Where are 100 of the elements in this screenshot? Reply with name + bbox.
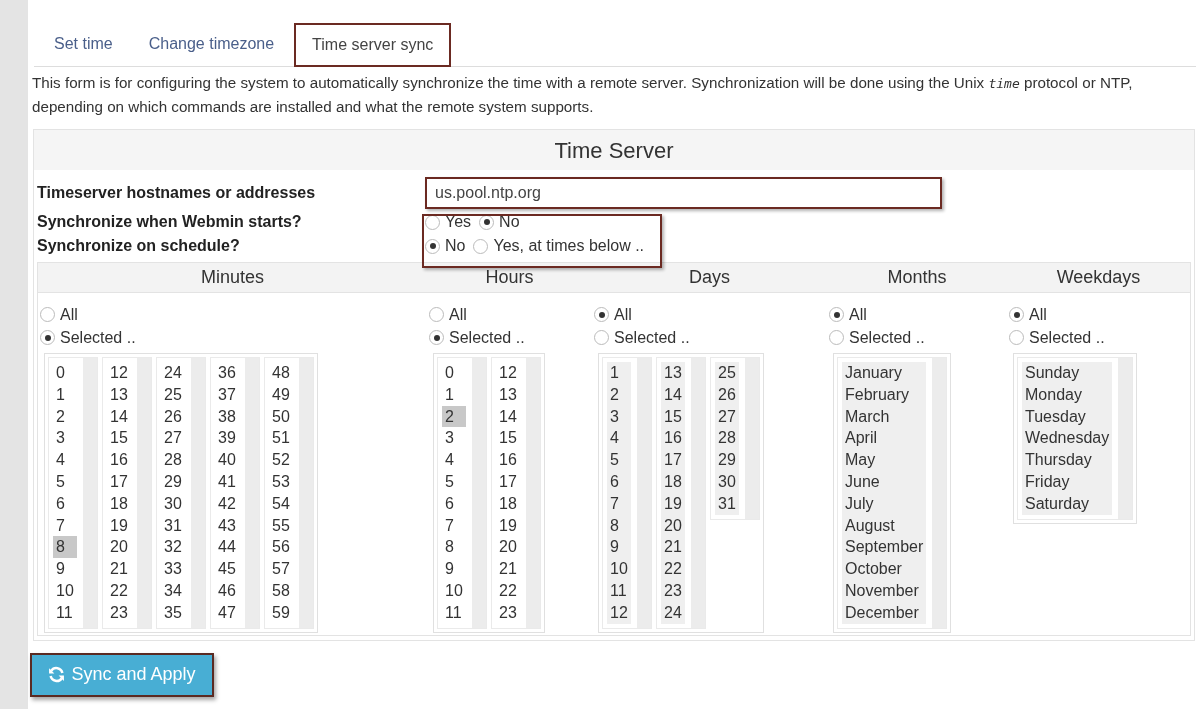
list-option[interactable]: 51 xyxy=(269,427,293,450)
list-option[interactable]: 16 xyxy=(496,449,520,471)
list-option[interactable]: 45 xyxy=(215,558,239,580)
list-option[interactable]: 39 xyxy=(215,427,239,450)
list-option[interactable]: Friday xyxy=(1022,471,1113,493)
list-option[interactable]: 7 xyxy=(607,492,631,515)
radio-button[interactable] xyxy=(594,330,609,345)
list-option[interactable]: April xyxy=(842,427,927,450)
list-option[interactable]: 49 xyxy=(269,383,293,406)
list-box[interactable]: 24 25 26 27 28 29 30 31 32 33 34 35 xyxy=(156,357,206,629)
list-option[interactable]: 13 xyxy=(496,383,520,406)
list-option[interactable]: 47 xyxy=(215,601,239,624)
list-option[interactable]: 6 xyxy=(607,471,631,493)
radio-button[interactable] xyxy=(829,330,844,345)
list-option[interactable]: 14 xyxy=(107,405,131,428)
list-option[interactable]: 38 xyxy=(215,405,239,428)
radio-button[interactable] xyxy=(429,307,444,322)
list-option[interactable]: 1 xyxy=(442,383,466,406)
list-option[interactable]: 30 xyxy=(161,492,185,515)
list-option[interactable]: Monday xyxy=(1022,383,1113,406)
list-option[interactable]: 8 xyxy=(442,536,466,559)
list-option[interactable]: 3 xyxy=(607,405,631,428)
list-option[interactable]: 0 xyxy=(442,362,466,384)
list-option[interactable]: 26 xyxy=(161,405,185,428)
list-box[interactable]: Sunday Monday Tuesday Wednesday Thursday Friday Saturday xyxy=(1017,357,1134,520)
list-option[interactable]: 8 xyxy=(607,514,631,537)
list-option[interactable]: March xyxy=(842,405,927,428)
list-option[interactable]: 43 xyxy=(215,514,239,537)
list-option[interactable]: June xyxy=(842,471,927,493)
list-option[interactable]: November xyxy=(842,579,927,602)
list-option[interactable]: 23 xyxy=(661,579,685,602)
radio-button[interactable] xyxy=(429,330,444,345)
list-option[interactable]: Sunday xyxy=(1022,362,1113,384)
list-option[interactable]: 9 xyxy=(53,558,77,580)
tab[interactable]: Change timezone xyxy=(132,22,291,66)
radio-button[interactable] xyxy=(594,307,609,322)
list-option[interactable]: October xyxy=(842,558,927,580)
list-option[interactable]: 5 xyxy=(442,471,466,493)
radio-button[interactable] xyxy=(40,330,55,345)
list-option[interactable]: 25 xyxy=(161,383,185,406)
list-option[interactable]: 23 xyxy=(107,601,131,624)
list-option[interactable]: 19 xyxy=(496,514,520,537)
tab[interactable]: Time server sync xyxy=(294,23,452,67)
list-option[interactable]: 32 xyxy=(161,536,185,559)
list-option[interactable]: 2 xyxy=(607,383,631,406)
list-option[interactable]: 57 xyxy=(269,558,293,580)
list-option[interactable]: 41 xyxy=(215,471,239,493)
list-option[interactable]: January xyxy=(842,362,927,384)
list-option[interactable]: 40 xyxy=(215,449,239,471)
list-box[interactable]: 36 37 38 39 40 41 42 43 44 45 46 47 xyxy=(210,357,260,629)
list-option[interactable]: 5 xyxy=(607,449,631,471)
list-option[interactable]: August xyxy=(842,514,927,537)
list-option[interactable]: Wednesday xyxy=(1022,427,1113,450)
radio-button[interactable] xyxy=(1009,330,1024,345)
list-option[interactable]: 33 xyxy=(161,558,185,580)
list-option[interactable]: 18 xyxy=(496,492,520,515)
list-option[interactable]: 4 xyxy=(442,449,466,471)
list-option[interactable]: September xyxy=(842,536,927,559)
list-option[interactable]: 21 xyxy=(661,536,685,559)
list-option[interactable]: July xyxy=(842,492,927,515)
list-option[interactable]: 11 xyxy=(442,601,466,624)
list-option[interactable]: 5 xyxy=(53,471,77,493)
list-box[interactable]: January February March April May June July August September October November December xyxy=(837,357,948,629)
list-option[interactable]: 14 xyxy=(661,383,685,406)
list-option[interactable]: December xyxy=(842,601,927,624)
list-option[interactable]: 20 xyxy=(661,514,685,537)
list-box[interactable]: 0 1 2 3 4 5 6 7 8 9 10 11 xyxy=(437,357,487,629)
list-option[interactable]: 2 xyxy=(53,405,77,428)
list-option[interactable]: May xyxy=(842,449,927,471)
list-option[interactable]: 3 xyxy=(442,427,466,450)
list-option[interactable]: 10 xyxy=(442,579,466,602)
list-option[interactable]: 0 xyxy=(53,362,77,384)
list-option[interactable]: 31 xyxy=(715,492,739,515)
list-box[interactable]: 13 14 15 16 17 18 19 20 21 22 23 24 xyxy=(656,357,706,629)
list-option[interactable]: 28 xyxy=(715,427,739,450)
radio-button[interactable] xyxy=(1009,307,1024,322)
list-option[interactable]: 59 xyxy=(269,601,293,624)
list-option[interactable]: 25 xyxy=(715,362,739,384)
list-option[interactable]: 24 xyxy=(161,362,185,384)
list-option[interactable]: 6 xyxy=(53,492,77,515)
list-option[interactable]: 19 xyxy=(107,514,131,537)
tab[interactable]: Set time xyxy=(38,22,129,66)
list-option[interactable]: 8 xyxy=(53,536,77,559)
list-option[interactable]: 48 xyxy=(269,362,293,384)
list-option[interactable]: 29 xyxy=(715,449,739,471)
list-option[interactable]: 1 xyxy=(53,383,77,406)
list-option[interactable]: 22 xyxy=(496,579,520,602)
list-option[interactable]: 1 xyxy=(607,362,631,384)
list-option[interactable]: Tuesday xyxy=(1022,405,1113,428)
list-box[interactable]: 1 2 3 4 5 6 7 8 9 10 11 12 xyxy=(602,357,652,629)
radio-button[interactable] xyxy=(425,238,440,254)
list-box[interactable]: 25 26 27 28 29 30 31 xyxy=(710,357,760,520)
list-option[interactable]: 11 xyxy=(53,601,77,624)
list-option[interactable]: 31 xyxy=(161,514,185,537)
list-option[interactable]: 50 xyxy=(269,405,293,428)
list-option[interactable]: 23 xyxy=(496,601,520,624)
list-option[interactable]: 12 xyxy=(496,362,520,384)
list-box[interactable]: 12 13 14 15 16 17 18 19 20 21 22 23 xyxy=(102,357,152,629)
list-option[interactable]: 15 xyxy=(107,427,131,450)
radio-button[interactable] xyxy=(829,307,844,322)
